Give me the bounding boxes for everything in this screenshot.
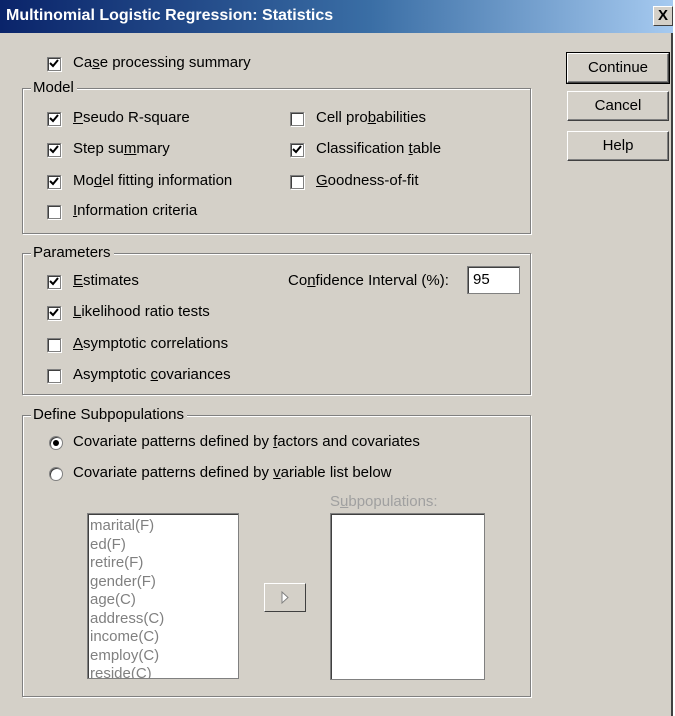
classification-table-label: Classification table: [316, 140, 442, 157]
checkmark-icon: [49, 308, 59, 317]
variable-list-radio[interactable]: [49, 467, 63, 481]
list-item[interactable]: income(C): [90, 628, 218, 647]
model-fitting-checkbox[interactable]: [47, 175, 61, 189]
list-item[interactable]: ed(F): [90, 536, 218, 555]
model-fitting-label: Model fitting information: [73, 172, 233, 189]
pseudo-r-square-label: Pseudo R-square: [73, 109, 190, 126]
information-criteria-checkbox[interactable]: [47, 205, 61, 219]
likelihood-ratio-label: Likelihood ratio tests: [73, 303, 210, 320]
variable-list-label: Covariate patterns defined by variable l…: [73, 464, 392, 481]
cell-probabilities-label: Cell probabilities: [316, 109, 427, 126]
pseudo-r-square-checkbox[interactable]: [47, 112, 61, 126]
checkmark-icon: [49, 145, 59, 154]
estimates-label: Estimates: [73, 272, 139, 289]
cell-probabilities-checkbox[interactable]: [290, 112, 304, 126]
step-summary-label: Step summary: [73, 140, 170, 157]
asymptotic-correlations-label: Asymptotic correlations: [73, 335, 229, 352]
list-item[interactable]: address(C): [90, 610, 218, 629]
move-right-button[interactable]: [264, 583, 306, 612]
goodness-of-fit-label: Goodness-of-fit: [316, 172, 419, 189]
step-summary-checkbox[interactable]: [47, 143, 61, 157]
arrow-right-icon: [281, 590, 289, 605]
goodness-of-fit-checkbox[interactable]: [290, 175, 304, 189]
asymptotic-covariances-checkbox[interactable]: [47, 369, 61, 383]
cancel-button[interactable]: Cancel: [567, 91, 669, 121]
subpopulations-listbox[interactable]: [330, 513, 485, 680]
subpopulations-label: Subpopulations:: [330, 493, 438, 510]
list-item[interactable]: marital(F): [90, 517, 218, 536]
close-icon: X: [657, 7, 668, 24]
subpopulations-group-title: Define Subpopulations: [31, 406, 187, 423]
close-button[interactable]: X: [653, 6, 673, 26]
checkmark-icon: [49, 177, 59, 186]
confidence-interval-label: Confidence Interval (%):: [288, 272, 449, 289]
confidence-interval-input[interactable]: 95: [467, 266, 520, 294]
continue-button[interactable]: Continue: [566, 52, 670, 84]
asymptotic-covariances-label: Asymptotic covariances: [73, 366, 231, 383]
model-group-title: Model: [31, 79, 77, 96]
asymptotic-correlations-checkbox[interactable]: [47, 338, 61, 352]
checkmark-icon: [49, 277, 59, 286]
classification-table-checkbox[interactable]: [290, 143, 304, 157]
checkmark-icon: [292, 145, 302, 154]
checkmark-icon: [49, 114, 59, 123]
list-item[interactable]: reside(C): [90, 665, 218, 678]
parameters-group-title: Parameters: [31, 244, 114, 261]
statistics-dialog: Multinomial Logistic Regression: Statist…: [0, 0, 673, 716]
list-item[interactable]: gender(F): [90, 573, 218, 592]
variables-listbox[interactable]: marital(F) ed(F) retire(F) gender(F) age…: [87, 513, 239, 679]
information-criteria-label: Information criteria: [73, 202, 198, 219]
factors-covariates-label: Covariate patterns defined by factors an…: [73, 433, 420, 450]
checkmark-icon: [49, 59, 59, 68]
likelihood-ratio-checkbox[interactable]: [47, 306, 61, 320]
case-processing-checkbox[interactable]: [47, 57, 61, 71]
help-button[interactable]: Help: [567, 131, 669, 161]
title-bar[interactable]: Multinomial Logistic Regression: Statist…: [0, 0, 673, 33]
list-item[interactable]: age(C): [90, 591, 218, 610]
radio-dot-icon: [53, 440, 59, 446]
estimates-checkbox[interactable]: [47, 275, 61, 289]
case-processing-label: Case processing summary: [73, 54, 251, 71]
dialog-title: Multinomial Logistic Regression: Statist…: [6, 7, 334, 24]
list-item[interactable]: retire(F): [90, 554, 218, 573]
list-item[interactable]: employ(C): [90, 647, 218, 666]
factors-covariates-radio[interactable]: [49, 436, 63, 450]
